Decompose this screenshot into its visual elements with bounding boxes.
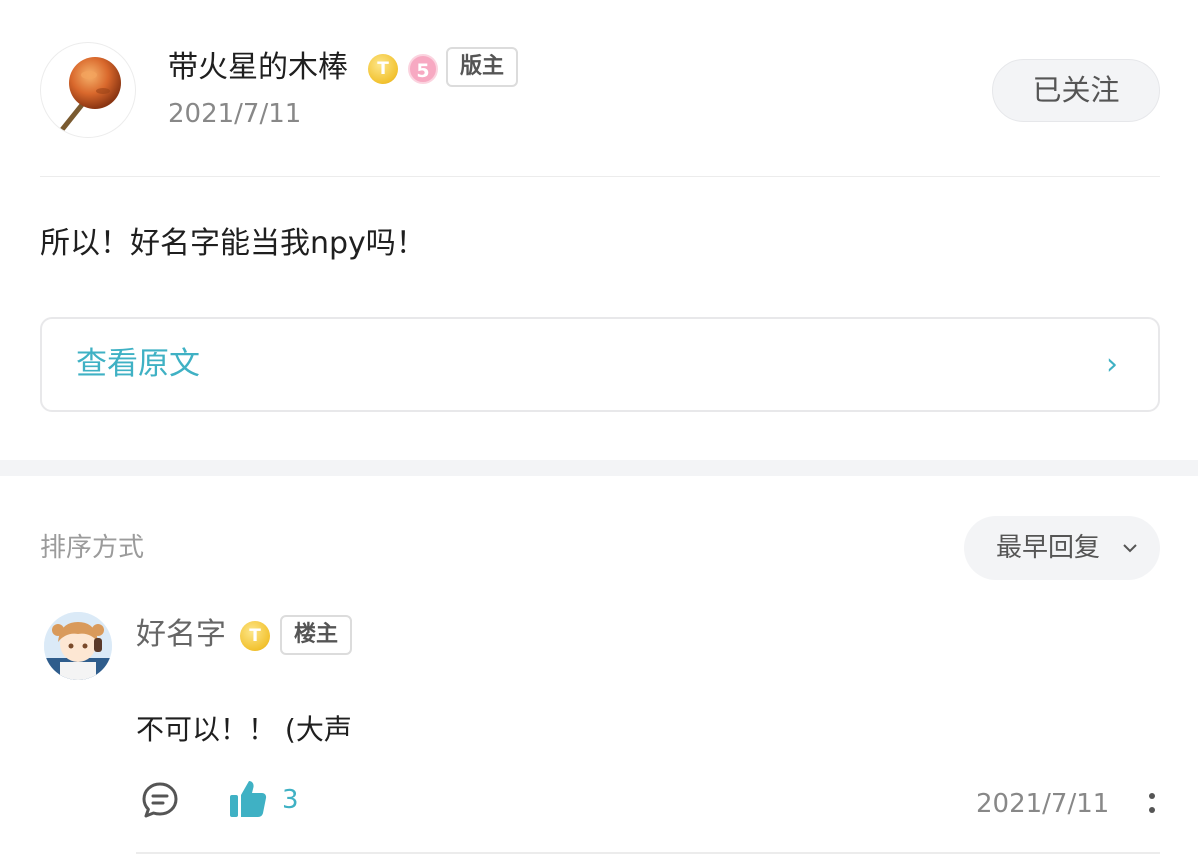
reply-date: 2021/7/11 bbox=[976, 789, 1110, 819]
special-badge-number: 5 bbox=[416, 60, 430, 82]
special-badge-icon: 5 bbox=[408, 54, 438, 84]
level-badge-icon: T bbox=[368, 54, 398, 84]
more-vertical-icon[interactable] bbox=[1146, 790, 1158, 820]
like-count: 3 bbox=[282, 785, 299, 815]
chevron-down-icon bbox=[1122, 516, 1138, 580]
thumbs-up-icon[interactable] bbox=[228, 778, 268, 820]
follow-button[interactable]: 已关注 bbox=[992, 59, 1160, 122]
post-body-text: 所以！好名字能当我npy吗！ bbox=[40, 226, 426, 261]
view-original-label: 查看原文 bbox=[76, 346, 200, 382]
author-avatar[interactable] bbox=[40, 42, 136, 138]
chevron-right-icon: › bbox=[1106, 347, 1118, 382]
reply-level-badge-letter: T bbox=[249, 626, 261, 646]
anime-character-avatar-icon bbox=[44, 612, 112, 680]
op-tag: 楼主 bbox=[280, 615, 353, 655]
moderator-tag: 版主 bbox=[446, 47, 519, 87]
reply-author-avatar[interactable] bbox=[44, 612, 112, 680]
reply-divider bbox=[136, 852, 1160, 854]
view-original-button[interactable]: 查看原文 › bbox=[40, 317, 1160, 412]
sort-dropdown[interactable]: 最早回复 bbox=[964, 516, 1160, 580]
reply-level-badge-icon: T bbox=[240, 621, 270, 651]
section-separator bbox=[0, 460, 1198, 476]
reply-text: 不可以！！ (大声 bbox=[136, 713, 352, 746]
post-date: 2021/7/11 bbox=[168, 99, 302, 129]
comment-bubble-icon[interactable] bbox=[140, 780, 180, 820]
sort-label: 排序方式 bbox=[40, 533, 145, 563]
header-divider bbox=[40, 176, 1160, 177]
sort-selected-value: 最早回复 bbox=[996, 533, 1101, 563]
level-badge-letter: T bbox=[377, 59, 389, 79]
author-name[interactable]: 带火星的木棒 bbox=[168, 48, 348, 88]
mars-matchstick-avatar-icon bbox=[58, 57, 121, 134]
reply-author-name[interactable]: 好名字 bbox=[136, 614, 226, 656]
